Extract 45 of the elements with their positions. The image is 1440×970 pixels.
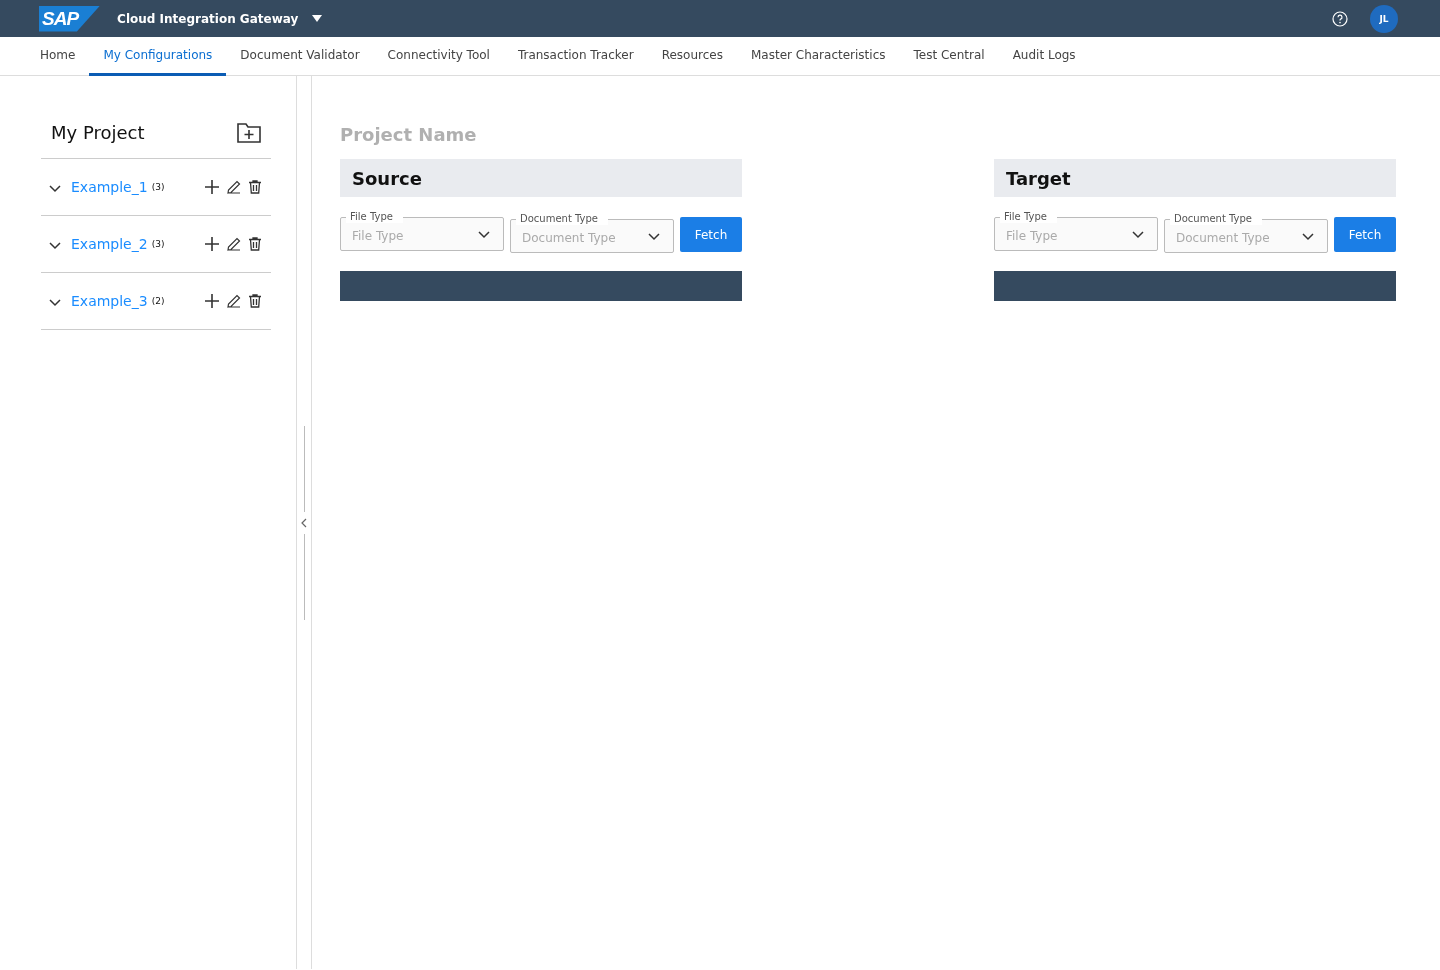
nav-tab[interactable]: Transaction Tracker bbox=[503, 37, 648, 76]
field-label: File Type bbox=[346, 210, 403, 223]
dropdown-icon[interactable] bbox=[312, 15, 323, 22]
app-title: Cloud Integration Gateway bbox=[117, 11, 299, 26]
user-avatar[interactable]: JL bbox=[1370, 4, 1398, 33]
delete-icon[interactable] bbox=[249, 294, 261, 308]
field-label: Document Type bbox=[516, 212, 608, 225]
chevron-icon[interactable] bbox=[49, 298, 61, 307]
add-folder-icon[interactable] bbox=[237, 122, 261, 143]
nav-tab[interactable]: Audit Logs bbox=[998, 37, 1090, 76]
panel-header: Target bbox=[994, 159, 1396, 197]
edit-icon[interactable] bbox=[227, 237, 241, 251]
nav-tab[interactable]: Connectivity Tool bbox=[373, 37, 504, 76]
chevron-icon[interactable] bbox=[1302, 233, 1314, 241]
nav-tab[interactable]: Document Validator bbox=[226, 37, 374, 76]
nav-tab[interactable]: Test Central bbox=[899, 37, 999, 76]
edit-icon[interactable] bbox=[227, 180, 241, 194]
chevron-icon[interactable] bbox=[478, 231, 490, 239]
fetch-button[interactable]: Fetch bbox=[680, 217, 742, 252]
chevron-icon[interactable] bbox=[1132, 231, 1144, 239]
nav-tab[interactable]: My Configurations bbox=[89, 37, 227, 76]
add-icon[interactable] bbox=[205, 294, 219, 308]
item-count: (3) bbox=[151, 239, 165, 249]
panel-header: Source bbox=[340, 159, 742, 197]
chevron-icon[interactable] bbox=[49, 241, 61, 250]
sap-logo: SAP bbox=[39, 5, 101, 32]
chevron-icon[interactable] bbox=[49, 184, 61, 193]
field-label: File Type bbox=[1000, 210, 1057, 223]
add-icon[interactable] bbox=[205, 180, 219, 194]
help-icon[interactable] bbox=[1332, 10, 1348, 27]
edit-icon[interactable] bbox=[227, 294, 241, 308]
nav-tab[interactable]: Home bbox=[26, 37, 90, 76]
chevron-icon[interactable] bbox=[648, 233, 660, 241]
delete-icon[interactable] bbox=[249, 237, 261, 251]
field-label: Document Type bbox=[1170, 212, 1262, 225]
add-icon[interactable] bbox=[205, 237, 219, 251]
item-count: (2) bbox=[151, 296, 165, 306]
collapse-icon[interactable] bbox=[301, 517, 307, 528]
project-name-heading: Project Name bbox=[340, 124, 478, 145]
fetch-button[interactable]: Fetch bbox=[1334, 217, 1396, 252]
nav-tab[interactable]: Resources bbox=[647, 37, 737, 76]
item-count: (3) bbox=[151, 182, 165, 192]
nav-tab[interactable]: Master Characteristics bbox=[736, 37, 900, 76]
delete-icon[interactable] bbox=[249, 180, 261, 194]
sidebar-title: My Project bbox=[51, 122, 145, 143]
